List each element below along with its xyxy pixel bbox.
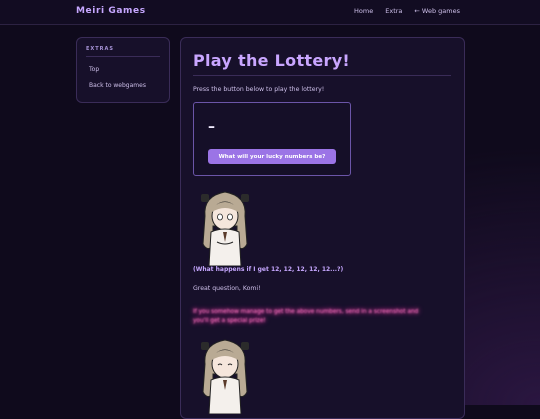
nav-extra-link[interactable]: Extra xyxy=(385,7,402,15)
lottery-box: – What will your lucky numbers be? xyxy=(193,102,351,176)
anime-girl-illustration-icon xyxy=(201,191,249,266)
title-divider xyxy=(193,75,451,76)
intro-text: Press the button below to play the lotte… xyxy=(193,86,325,93)
site-brand[interactable]: Meiri Games xyxy=(76,6,146,16)
secret-glow-text: If you somehow manage to get the above n… xyxy=(193,309,419,324)
question-text: (What happens if I get 12, 12, 12, 12, 1… xyxy=(193,266,344,273)
reply-text: Great question, Komi! xyxy=(193,285,261,292)
sidebar-divider xyxy=(86,56,160,57)
top-navbar: Meiri Games Home Extra ← Web games xyxy=(0,0,540,25)
sidebar: EXTRAS Top Back to webgames xyxy=(76,37,170,103)
nav-web-games-link[interactable]: ← Web games xyxy=(414,7,460,15)
main-panel: Play the Lottery! Press the button below… xyxy=(180,37,465,419)
sidebar-title: EXTRAS xyxy=(86,46,115,52)
sidebar-item-top[interactable]: Top xyxy=(89,66,99,73)
anime-girl-illustration-icon xyxy=(201,339,249,414)
lucky-numbers-button[interactable]: What will your lucky numbers be? xyxy=(208,149,336,164)
top-nav: Home Extra ← Web games xyxy=(354,7,460,15)
nav-home-link[interactable]: Home xyxy=(354,7,373,15)
page-title: Play the Lottery! xyxy=(193,51,351,70)
sidebar-item-back-to-webgames[interactable]: Back to webgames xyxy=(89,82,146,89)
lottery-result: – xyxy=(208,119,215,135)
